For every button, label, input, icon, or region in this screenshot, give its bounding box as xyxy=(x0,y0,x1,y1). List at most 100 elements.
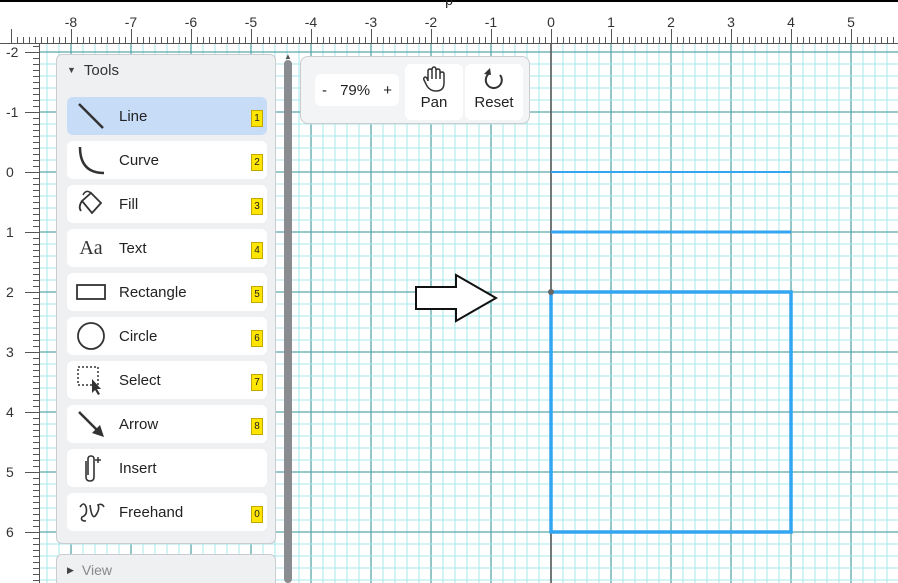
ruler-x-tick xyxy=(605,37,606,43)
ruler-y-tick xyxy=(33,382,39,383)
ruler-y-tick xyxy=(33,154,39,155)
ruler-x-tick xyxy=(875,37,876,43)
anchor-point[interactable] xyxy=(548,289,554,295)
ruler-y-tick xyxy=(33,220,39,221)
ruler-x-tick xyxy=(89,37,90,43)
ruler-caption: p xyxy=(445,0,453,8)
tool-curve[interactable]: Curve 2 xyxy=(67,141,267,179)
block-arrow-shape[interactable] xyxy=(415,273,499,323)
ruler-x-tick xyxy=(425,37,426,43)
ruler-y-tick xyxy=(33,310,39,311)
ruler-y-tick xyxy=(33,70,39,71)
ruler-x-tick xyxy=(257,37,258,43)
reset-button[interactable]: Reset xyxy=(465,64,523,120)
ruler-x-tick xyxy=(221,37,222,43)
ruler-x-tick xyxy=(761,37,762,43)
ruler-x-tick xyxy=(239,37,240,43)
tool-rectangle[interactable]: Rectangle 5 xyxy=(67,273,267,311)
shortcut-badge: 7 xyxy=(251,374,263,391)
line-icon xyxy=(71,97,111,135)
ruler-y-tick xyxy=(33,214,39,215)
shortcut-badge: 8 xyxy=(251,418,263,435)
zoom-in-button[interactable]: + xyxy=(383,82,392,99)
ruler-x-tick xyxy=(161,37,162,43)
ruler-x-tick xyxy=(665,37,666,43)
ruler-x-tick xyxy=(503,37,504,43)
ruler-y-tick xyxy=(33,118,39,119)
view-panel-header[interactable]: ▶ View xyxy=(57,555,275,583)
ruler-y-tick xyxy=(33,136,39,137)
view-header-label: View xyxy=(81,562,113,578)
text-icon: Aa xyxy=(79,236,103,259)
shortcut-badge: 5 xyxy=(251,286,263,303)
tools-panel-header[interactable]: ▼ Tools xyxy=(57,55,275,85)
ruler-y-tick xyxy=(33,328,39,329)
ruler-y-tick xyxy=(33,346,39,347)
ruler-y-tick xyxy=(33,550,39,551)
tool-circle[interactable]: Circle 6 xyxy=(67,317,267,355)
ruler-x-tick xyxy=(815,37,816,43)
tool-insert[interactable]: Insert xyxy=(67,449,267,487)
ruler-x-tick xyxy=(269,37,270,43)
ruler-x-tick xyxy=(569,37,570,43)
zoom-out-button[interactable]: - xyxy=(322,82,327,99)
ruler-x-tick xyxy=(353,37,354,43)
ruler-x-tick xyxy=(263,37,264,43)
ruler-y-tick xyxy=(33,430,39,431)
curve-icon xyxy=(71,141,111,179)
ruler-x-tick xyxy=(869,37,870,43)
view-panel[interactable]: ▶ View xyxy=(56,554,276,583)
tool-label: Circle xyxy=(119,327,158,345)
ruler-x-label: -8 xyxy=(64,14,78,30)
tool-freehand[interactable]: Freehand 0 xyxy=(67,493,267,531)
ruler-x-tick xyxy=(779,37,780,43)
ruler-y-label: 4 xyxy=(6,404,14,420)
arrow-icon xyxy=(71,405,111,443)
ruler-x-tick xyxy=(755,37,756,43)
ruler-y-tick xyxy=(33,334,39,335)
ruler-x-tick xyxy=(437,37,438,43)
ruler-y-tick xyxy=(33,322,39,323)
panel-splitter[interactable] xyxy=(284,60,292,583)
ruler-x-tick xyxy=(407,37,408,43)
left-ruler: -2 -1 0 1 2 3 4 5 6 xyxy=(0,44,40,583)
tool-text[interactable]: Aa Text 4 xyxy=(67,229,267,267)
ruler-x-tick xyxy=(743,37,744,43)
tool-select[interactable]: Select 7 xyxy=(67,361,267,399)
ruler-y-tick xyxy=(33,64,39,65)
ruler-x-tick xyxy=(203,37,204,43)
ruler-y-tick xyxy=(33,568,39,569)
ruler-x-tick xyxy=(341,37,342,43)
ruler-x-tick xyxy=(113,37,114,43)
ruler-x-tick xyxy=(563,37,564,43)
ruler-x-tick xyxy=(803,37,804,43)
tool-line[interactable]: Line 1 xyxy=(67,97,267,135)
ruler-y-tick xyxy=(33,442,39,443)
tool-fill[interactable]: Fill 3 xyxy=(67,185,267,223)
ruler-x-tick xyxy=(41,37,42,43)
ruler-y-tick xyxy=(33,256,39,257)
ruler-x-tick xyxy=(617,37,618,43)
ruler-x-tick xyxy=(419,37,420,43)
tool-arrow[interactable]: Arrow 8 xyxy=(67,405,267,443)
ruler-x-tick xyxy=(185,37,186,43)
drawing-app: p -8 -7 -6 -5 -4 -3 -2 -1 0 1 2 3 4 5 -2 -1 0 1 2 3 4 5 6 ▼ T… xyxy=(0,0,898,583)
ruler-x-tick xyxy=(593,37,594,43)
tools-panel: ▼ Tools Line 1 Curve 2 Fill 3 Aa Text 4 … xyxy=(56,54,276,544)
ruler-x-tick xyxy=(107,37,108,43)
pan-button[interactable]: Pan xyxy=(405,64,463,120)
ruler-x-tick xyxy=(101,37,102,43)
ruler-x-tick xyxy=(611,29,612,43)
ruler-x-tick xyxy=(491,29,492,43)
ruler-x-tick xyxy=(527,37,528,43)
ruler-y-tick xyxy=(33,178,39,179)
ruler-x-tick xyxy=(737,37,738,43)
ruler-x-tick xyxy=(215,37,216,43)
ruler-x-tick xyxy=(647,37,648,43)
ruler-x-tick xyxy=(539,37,540,43)
ruler-x-label: 0 xyxy=(547,14,555,30)
ruler-x-tick xyxy=(785,37,786,43)
ruler-y-tick xyxy=(33,490,39,491)
ruler-y-tick xyxy=(33,436,39,437)
ruler-x-tick xyxy=(485,37,486,43)
